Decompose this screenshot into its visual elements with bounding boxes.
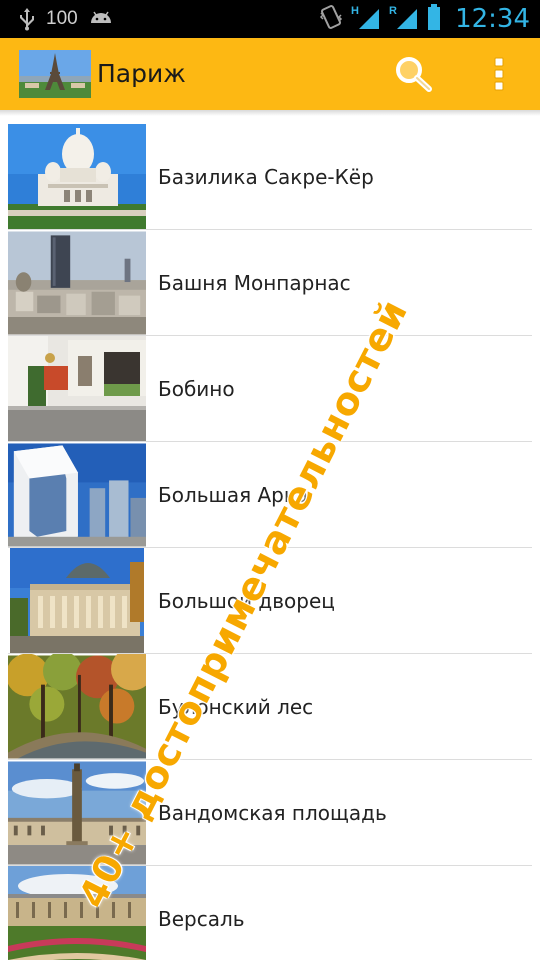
- list-item-label: Бобино: [158, 377, 235, 401]
- status-right: H R 12:34: [319, 0, 530, 38]
- grand-palais-photo: [8, 548, 146, 654]
- app-thumbnail-eiffel[interactable]: [19, 50, 91, 98]
- list-item-label: Большая Арка: [158, 483, 309, 507]
- list-item-label: Башня Монпарнас: [158, 271, 351, 295]
- sacre-coeur-photo: [8, 124, 146, 230]
- vibrate-icon: [319, 3, 343, 36]
- grande-arche-photo: [8, 442, 146, 548]
- action-bar: Париж: [0, 38, 540, 110]
- usb-icon: [18, 7, 36, 31]
- montparnasse-tower-photo: [8, 230, 146, 336]
- svg-text:H: H: [351, 5, 359, 17]
- status-time: 12:34: [455, 4, 530, 34]
- battery-percent: 100: [46, 8, 78, 29]
- list-item[interactable]: Булонский лес: [0, 654, 540, 760]
- android-icon: [88, 9, 114, 29]
- signal-r-icon: R: [389, 3, 419, 36]
- signal-h-icon: H: [351, 3, 381, 36]
- list-item[interactable]: Версаль: [0, 866, 540, 960]
- list-item[interactable]: Бобино: [0, 336, 540, 442]
- list-item[interactable]: Вандомская площадь: [0, 760, 540, 866]
- place-vendome-photo: [8, 760, 146, 866]
- action-bar-shadow: [0, 110, 540, 116]
- bois-de-boulogne-photo: [8, 654, 146, 760]
- list-item-label: Версаль: [158, 907, 245, 931]
- list-item[interactable]: Большая Арка: [0, 442, 540, 548]
- list-item-label: Большой дворец: [158, 589, 335, 613]
- status-bar: 100 H R 12:34: [0, 0, 540, 38]
- list-item[interactable]: Базилика Сакре-Кёр: [0, 124, 540, 230]
- attractions-list: Базилика Сакре-Кёр Башня Монпарнас Бобин…: [0, 124, 540, 960]
- search-icon[interactable]: [392, 54, 436, 94]
- page-title: Париж: [97, 59, 186, 88]
- bobino-photo: [8, 336, 146, 442]
- versailles-photo: [8, 866, 146, 960]
- list-item[interactable]: Большой дворец: [0, 548, 540, 654]
- list-item-label: Вандомская площадь: [158, 801, 387, 825]
- list-item[interactable]: Башня Монпарнас: [0, 230, 540, 336]
- status-left: 100: [18, 0, 114, 38]
- list-item-label: Базилика Сакре-Кёр: [158, 165, 374, 189]
- svg-text:R: R: [389, 5, 397, 17]
- overflow-menu-icon[interactable]: [482, 52, 516, 96]
- battery-icon: [427, 3, 441, 36]
- list-item-label: Булонский лес: [158, 695, 314, 719]
